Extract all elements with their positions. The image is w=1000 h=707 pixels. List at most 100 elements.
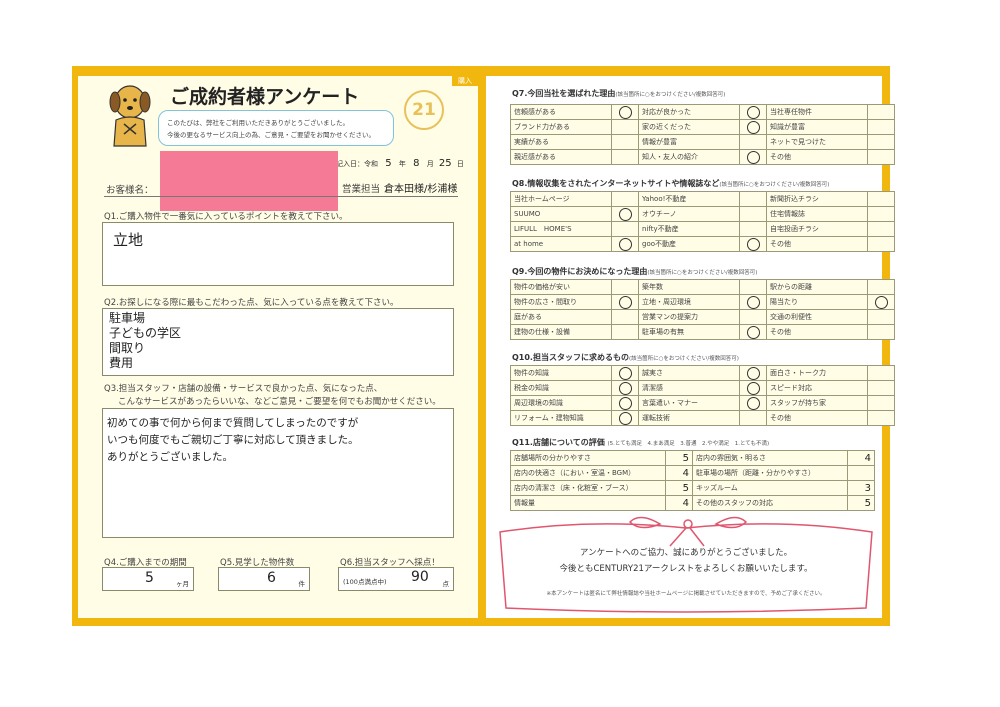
q6-value: 90 — [411, 569, 429, 585]
q9-option-label: 建物の仕様・設備 — [510, 324, 612, 340]
q11-item-label: 店内の快適さ（におい・室温・BGM） — [510, 465, 666, 481]
q8-checkbox[interactable] — [867, 191, 895, 207]
sales-label: 営業担当 — [342, 184, 381, 195]
q5-value: 6 — [267, 570, 276, 586]
q11-scale: (5.とても満足 4.まあ満足 3.普通 2.やや満足 1.とても不満) — [607, 441, 770, 447]
q8-option-label: nifty不動産 — [638, 221, 740, 237]
q10-checkbox[interactable] — [611, 365, 639, 381]
q7-checkbox[interactable] — [611, 119, 639, 135]
q9-checkbox[interactable] — [739, 324, 767, 340]
q5-unit: 件 — [298, 580, 306, 588]
q9-label: Q9.今回の物件にお決めになった理由 — [512, 267, 648, 276]
q10-checkbox[interactable] — [867, 395, 895, 411]
date-row: 記入日：令和 5 年 8 月 25 日 — [336, 158, 464, 169]
q7-header: Q7.今回当社を選ばれた理由(該当箇所に○をおつけください/複数回答可) — [512, 88, 725, 99]
q11-rating-value[interactable]: 4 — [665, 465, 693, 481]
q7-row: 実績がある 情報が豊富 ネットで見つけた — [510, 134, 895, 150]
q11-rating-value[interactable]: 3 — [847, 480, 875, 496]
q9-checkbox[interactable] — [867, 324, 895, 340]
q9-option-label: 立地・周辺環境 — [638, 294, 740, 310]
q9-note: (該当箇所に○をおつけください/複数回答可) — [647, 270, 758, 276]
q8-checkbox[interactable] — [867, 221, 895, 237]
q10-checkbox[interactable] — [739, 395, 767, 411]
q7-checkbox[interactable] — [739, 119, 767, 135]
q9-checkbox[interactable] — [739, 309, 767, 325]
q10-checkbox[interactable] — [867, 410, 895, 426]
q7-checkbox[interactable] — [611, 149, 639, 165]
q9-option-label: その他 — [766, 324, 868, 340]
q9-checkbox[interactable] — [867, 294, 895, 310]
q11-rating-value[interactable]: 4 — [847, 450, 875, 466]
q10-checkbox[interactable] — [611, 410, 639, 426]
q4-value: 5 — [145, 570, 154, 586]
q9-checkbox[interactable] — [611, 324, 639, 340]
name-underline — [104, 196, 458, 197]
circle-mark-icon — [618, 237, 632, 251]
q11-item-label: 駐車場の場所（距離・分かりやすさ） — [692, 465, 848, 481]
circle-mark-icon — [618, 381, 632, 395]
q8-checkbox[interactable] — [739, 236, 767, 252]
q8-checkbox[interactable] — [867, 236, 895, 252]
q8-checkbox[interactable] — [611, 221, 639, 237]
q10-checkbox[interactable] — [739, 365, 767, 381]
q11-row: 店内の快適さ（におい・室温・BGM） 4 駐車場の場所（距離・分かりやすさ） — [510, 465, 875, 481]
q2-answer-box: 駐車場 子どもの学区 間取り 費用 — [102, 308, 454, 376]
q11-item-label: その他のスタッフの対応 — [692, 495, 848, 511]
q8-row: LIFULL HOME'S nifty不動産 自宅投函チラシ — [510, 221, 895, 237]
q7-checkbox[interactable] — [867, 104, 895, 120]
q7-checkbox[interactable] — [739, 134, 767, 150]
q10-checkbox[interactable] — [611, 380, 639, 396]
q10-checkbox[interactable] — [867, 365, 895, 381]
q9-checkbox[interactable] — [867, 309, 895, 325]
circle-mark-icon — [746, 150, 760, 164]
q7-checkbox[interactable] — [867, 119, 895, 135]
q7-checkbox[interactable] — [867, 134, 895, 150]
q6-box: (100点満点中) 90 点 — [338, 567, 454, 591]
q9-option-label: 交通の利便性 — [766, 309, 868, 325]
q9-checkbox[interactable] — [611, 309, 639, 325]
q8-checkbox[interactable] — [611, 191, 639, 207]
q11-rating-value[interactable]: 5 — [665, 450, 693, 466]
q8-checkbox[interactable] — [739, 206, 767, 222]
q11-rating-value[interactable]: 5 — [847, 495, 875, 511]
q9-checkbox[interactable] — [739, 279, 767, 295]
q7-checkbox[interactable] — [611, 134, 639, 150]
q10-checkbox[interactable] — [739, 410, 767, 426]
q8-checkbox[interactable] — [611, 236, 639, 252]
q9-checkbox[interactable] — [611, 294, 639, 310]
q7-checkbox[interactable] — [739, 104, 767, 120]
q11-rating-value[interactable] — [847, 465, 875, 481]
q8-checkbox[interactable] — [739, 191, 767, 207]
q6-unit: 点 — [442, 580, 450, 588]
q9-checkbox[interactable] — [739, 294, 767, 310]
q9-checkbox[interactable] — [611, 279, 639, 295]
q10-option-label: 言葉遣い・マナー — [638, 395, 740, 411]
q7-checkbox[interactable] — [611, 104, 639, 120]
q10-table: 物件の知識 誠実さ 面白さ・トーク力 税金の知識 清潔感 スピード対応 周辺環境の知識 言葉遣… — [510, 365, 895, 426]
q10-checkbox[interactable] — [739, 380, 767, 396]
q8-option-label: SUUMO — [510, 206, 612, 222]
q10-checkbox[interactable] — [867, 380, 895, 396]
q10-checkbox[interactable] — [611, 395, 639, 411]
q8-checkbox[interactable] — [739, 221, 767, 237]
q9-table: 物件の価格が安い 築年数 駅からの距離 物件の広さ・間取り 立地・周辺環境 陽当たり 庭があ… — [510, 279, 895, 340]
q11-rating-value[interactable]: 5 — [665, 480, 693, 496]
q7-checkbox[interactable] — [867, 149, 895, 165]
q8-checkbox[interactable] — [611, 206, 639, 222]
q9-checkbox[interactable] — [867, 279, 895, 295]
q10-option-label: スタッフが持ち家 — [766, 395, 868, 411]
q10-option-label: 税金の知識 — [510, 380, 612, 396]
sales-value: 倉本田様/杉浦様 — [384, 184, 458, 195]
q10-row: 税金の知識 清潔感 スピード対応 — [510, 380, 895, 396]
q7-row: 信頼感がある 対応が良かった 当社専任物件 — [510, 104, 895, 120]
date-year: 5 — [385, 158, 392, 169]
q2-answer-line: 子どもの学区 — [109, 326, 182, 340]
q11-rating-value[interactable]: 4 — [665, 495, 693, 511]
circle-mark-icon — [874, 295, 888, 309]
q7-checkbox[interactable] — [739, 149, 767, 165]
purchase-badge: 購入 — [452, 76, 478, 86]
q8-note: (該当箇所に○をおつけください/複数回答可) — [719, 182, 830, 188]
q8-checkbox[interactable] — [867, 206, 895, 222]
q3-answer-line: 初めての事で何から何まで質問してしまったのですが — [107, 417, 359, 429]
q3-answer-box: 初めての事で何から何まで質問してしまったのですが いつも何度でもご親切ご丁寧に対… — [102, 408, 454, 538]
